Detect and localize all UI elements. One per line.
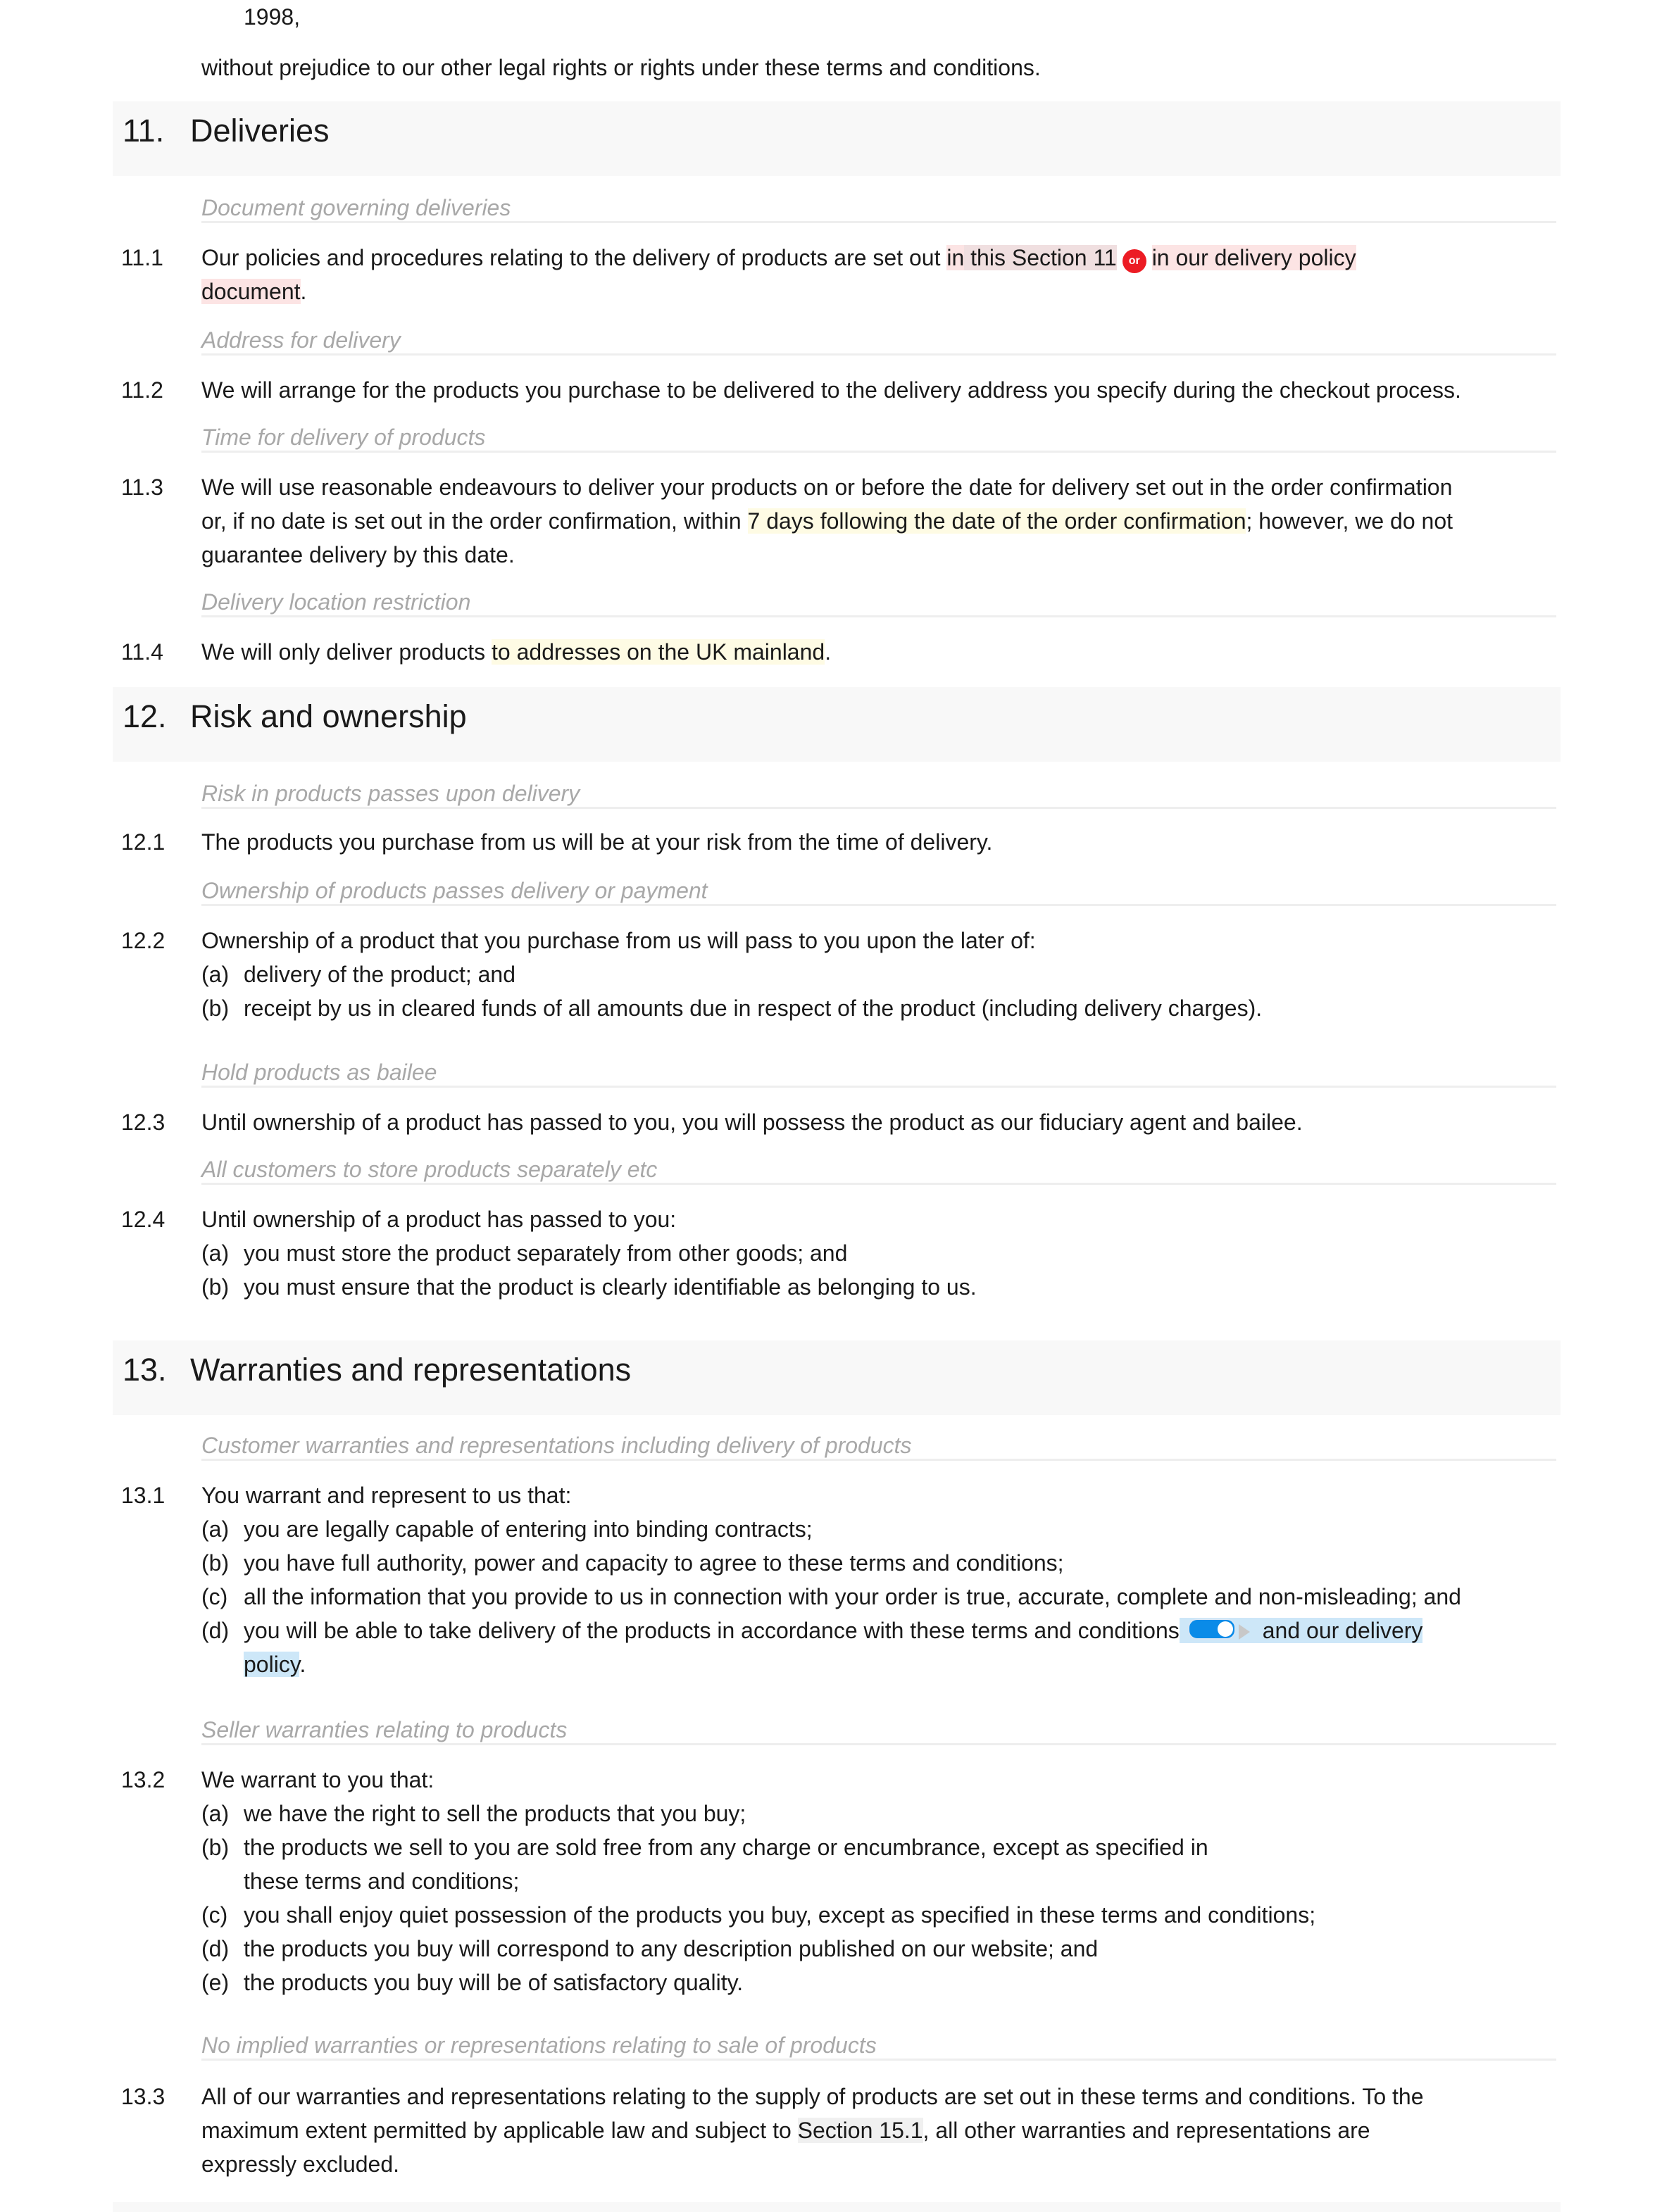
clause-12-2: Ownership of a product that you purchase… [201, 924, 1561, 1025]
clause-12-3: Until ownership of a product has passed … [201, 1110, 1303, 1135]
clause-13-3: All of our warranties and representation… [201, 2084, 1424, 2177]
clause-subheading: Customer warranties and representations … [201, 1432, 1556, 1461]
clause-11-4: We will only deliver products to address… [201, 639, 832, 665]
section-title: Warranties and representations [190, 1352, 632, 1388]
clause-number: 12.2 [121, 928, 165, 953]
clause-number: 11.1 [121, 245, 163, 270]
clause-number: 13.1 [121, 1483, 165, 1508]
section-heading-11: 11. Deliveries [113, 101, 1561, 176]
or-toggle-badge[interactable]: or [1122, 249, 1146, 273]
clause-number: 12.4 [121, 1207, 165, 1232]
list-item: (a) we have the right to sell the product… [201, 1801, 746, 1826]
section-heading-12: 12. Risk and ownership [113, 687, 1561, 762]
clause-number: 11.4 [121, 639, 163, 665]
paragraph-closing: without prejudice to our other legal rig… [201, 55, 1041, 80]
clause-11-3: We will use reasonable endeavours to del… [201, 475, 1453, 567]
option-b-text[interactable]: document [201, 279, 301, 304]
clause-subheading: Address for delivery [201, 327, 1556, 356]
list-item: (a) you are legally capable of entering i… [201, 1516, 813, 1542]
list-item: (c) all the information that you provide … [201, 1584, 1461, 1609]
list-item: (b) the products we sell to you are sold … [201, 1835, 1208, 1894]
list-item: (e) the products you buy will be of satis… [201, 1970, 744, 1995]
clause-13-1: You warrant and represent to us that: (a… [201, 1478, 1582, 1681]
clause-subheading: Document governing deliveries [201, 194, 1556, 223]
clause-11-2: We will arrange for the products you pur… [201, 377, 1461, 403]
list-item: (a) delivery of the product; and [201, 962, 516, 987]
clause-subheading: Seller warranties relating to products [201, 1716, 1556, 1745]
variable-text[interactable]: to addresses on the UK mainland [492, 639, 825, 665]
optional-text-block: and our delivery [1179, 1618, 1423, 1643]
clause-12-4: Until ownership of a product has passed … [201, 1202, 1561, 1304]
list-item: (d) you will be able to take delivery of … [201, 1618, 1423, 1677]
cross-reference-link[interactable]: Section 15.1 [797, 2118, 923, 2143]
clause-number: 12.1 [121, 829, 165, 855]
list-item: (b) receipt by us in cleared funds of all… [201, 995, 1263, 1021]
clause-number: 12.3 [121, 1110, 165, 1135]
option-a-text[interactable]: this Section 11 [964, 245, 1117, 270]
optional-text: policy [244, 1652, 300, 1677]
section-number: 13. [123, 1352, 167, 1388]
list-item: (b) you must ensure that the product is c… [201, 1274, 977, 1300]
clause-12-1: The products you purchase from us will b… [201, 829, 993, 855]
clause-13-2: We warrant to you that: (a) we have the r… [201, 1763, 1561, 1999]
list-item: (b) you have full authority, power and ca… [201, 1550, 1064, 1576]
option-b-text[interactable]: in our delivery policy [1151, 245, 1356, 270]
clause-number: 13.2 [121, 1767, 165, 1792]
clause-subheading: Time for delivery of products [201, 424, 1556, 453]
clause-number: 11.2 [121, 377, 163, 403]
section-title: Deliveries [190, 113, 330, 149]
list-item: (a) you must store the product separately… [201, 1240, 848, 1266]
list-item: (c) you shall enjoy quiet possession of t… [201, 1902, 1316, 1928]
clause-number: 11.3 [121, 475, 163, 500]
list-item-fragment: 1998, [244, 4, 301, 30]
section-title: Risk and ownership [190, 698, 467, 734]
clause-subheading: Ownership of products passes delivery or… [201, 877, 1556, 906]
optional-text: and our delivery [1262, 1618, 1423, 1643]
clause-11-1: Our policies and procedures relating to … [201, 245, 1356, 304]
clause-subheading: Hold products as bailee [201, 1059, 1556, 1088]
clause-subheading: Delivery location restriction [201, 589, 1556, 617]
section-heading-next [113, 2202, 1561, 2212]
clause-number: 13.3 [121, 2084, 165, 2109]
variable-text[interactable]: 7 days following the date of the order c… [747, 508, 1246, 534]
section-heading-13: 13. Warranties and representations [113, 1340, 1561, 1415]
toggle-knob [1217, 1621, 1233, 1637]
expand-arrow-icon[interactable] [1238, 1624, 1250, 1640]
clause-subheading: All customers to store products separate… [201, 1156, 1556, 1185]
section-number: 11. [123, 113, 165, 149]
clause-subheading: Risk in products passes upon delivery [201, 780, 1556, 809]
list-item: (d) the products you buy will correspond … [201, 1936, 1099, 1961]
section-number: 12. [123, 698, 167, 734]
option-a-text[interactable]: in [946, 245, 965, 270]
clause-subheading: No implied warranties or representations… [201, 2032, 1556, 2061]
optional-text-toggle[interactable] [1187, 1619, 1236, 1640]
